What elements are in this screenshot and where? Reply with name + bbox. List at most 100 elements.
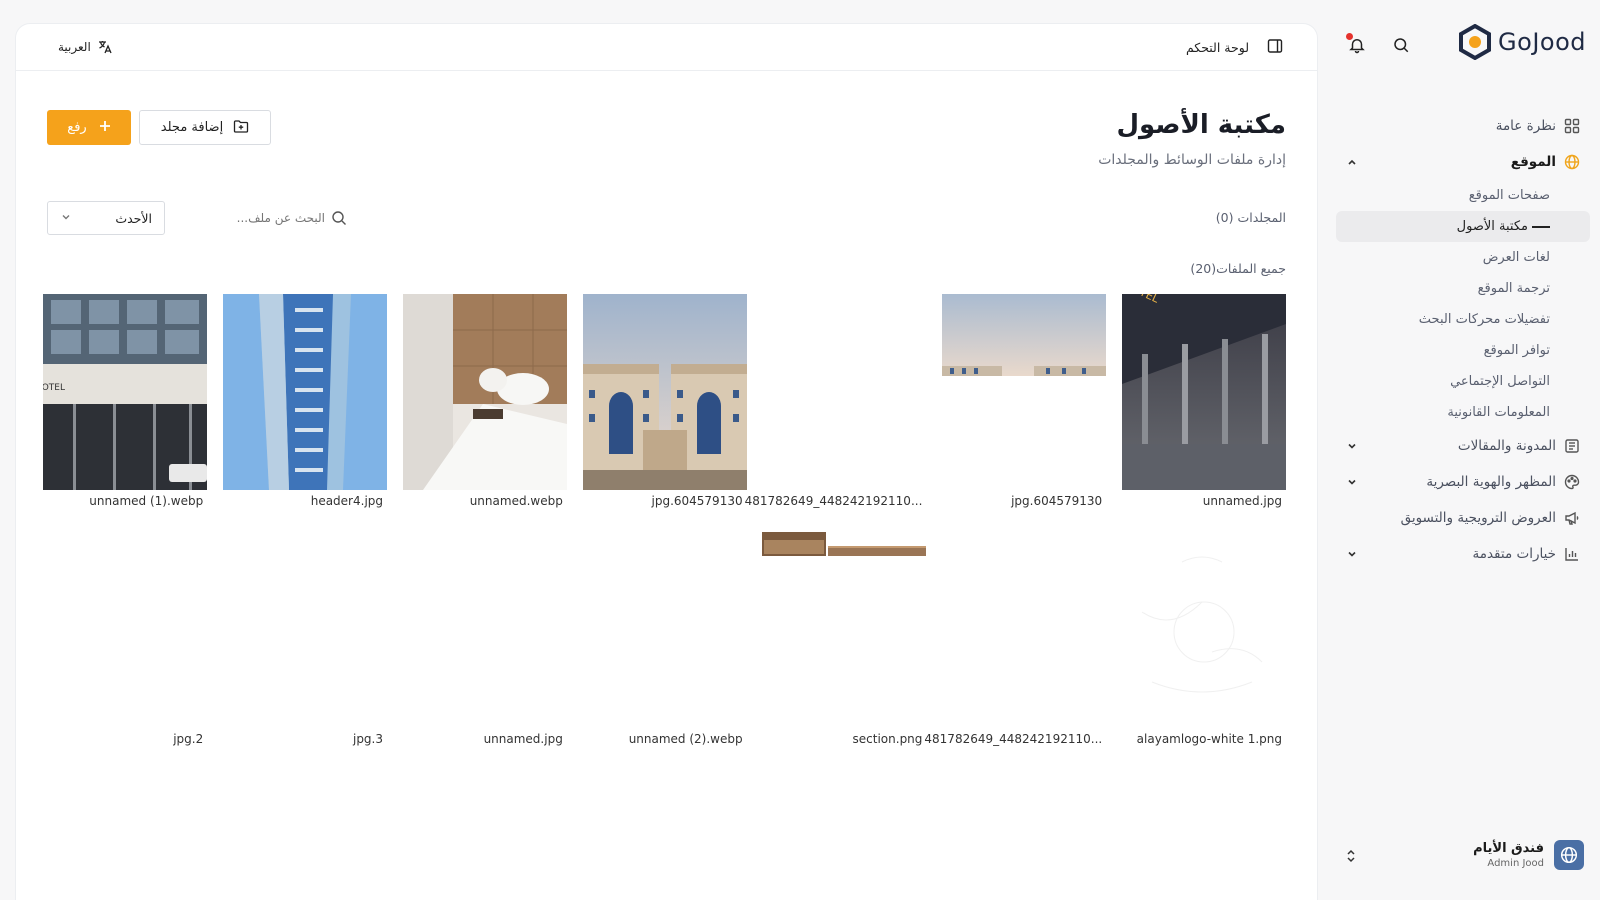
file-thumbnail	[762, 532, 927, 728]
globe-icon	[1564, 154, 1580, 170]
file-tile[interactable]: ...448242192110_481782649	[745, 294, 926, 509]
file-tile[interactable]: jpg.2	[43, 532, 207, 747]
chevron-down-icon[interactable]	[1346, 548, 1358, 560]
account-org-name: فندق الأيام	[1473, 841, 1544, 856]
file-name: ...448242192110_481782649	[924, 732, 1103, 746]
file-thumbnail	[43, 532, 207, 728]
file-name: jpg.2	[173, 732, 204, 746]
file-thumbnail: ALAYAM HOTEL	[1122, 294, 1286, 490]
file-thumbnail	[223, 294, 388, 490]
file-thumbnail	[403, 532, 567, 728]
sidebar-item-advanced[interactable]: خيارات متقدمة	[1336, 536, 1584, 572]
chevron-up-icon[interactable]	[1346, 156, 1358, 168]
page-actions: رفع إضافة مجلد	[47, 110, 271, 145]
file-name: jpg.3	[352, 732, 384, 746]
file-name: unnamed.jpg	[1202, 494, 1282, 508]
sidebar-item-blog[interactable]: المدونة والمقالات	[1336, 428, 1584, 464]
sidebar-subitem-translation[interactable]: ترجمة الموقع	[1336, 273, 1556, 304]
gojood-logo-icon	[1459, 24, 1492, 60]
file-tile[interactable]: unnamed.webp	[402, 294, 567, 509]
page-title: مكتبة الأصول	[1116, 110, 1286, 140]
chevrons-up-down-icon[interactable]	[1344, 848, 1358, 863]
add-folder-button[interactable]: إضافة مجلد	[139, 110, 271, 145]
brand-logo[interactable]: GoJood	[1458, 24, 1586, 60]
file-name: unnamed.webp	[469, 494, 563, 508]
page-header: مكتبة الأصول إدارة ملفات الوسائط والمجلد…	[1098, 110, 1286, 168]
sidebar-item-marketing[interactable]: العروض الترويجية والتسويق	[1336, 500, 1584, 536]
notification-bell-icon[interactable]	[1346, 33, 1368, 56]
file-name: jpg.604579130	[1011, 494, 1103, 508]
sidebar-subitem-asset-library[interactable]: مكتبة الأصول	[1336, 211, 1590, 242]
sidebar-item-label: العروض الترويجية والتسويق	[1400, 510, 1556, 526]
file-thumbnail	[1122, 532, 1286, 728]
sidebar-item-appearance[interactable]: المظهر والهوية البصرية	[1336, 464, 1584, 500]
search-icon	[331, 210, 347, 226]
file-tile[interactable]: ...448242192110_481782649	[924, 532, 1106, 747]
file-thumbnail	[402, 294, 567, 490]
main-panel: العربية لوحة التحكم مكتبة الأصول إدارة م…	[16, 24, 1317, 900]
account-names: فندق الأيام Admin Jood	[1473, 841, 1544, 869]
brand-name: GoJood	[1498, 28, 1586, 56]
file-tile[interactable]: header4.jpg	[223, 294, 388, 509]
sidebar-subitem-social[interactable]: التواصل الإجتماعي	[1336, 366, 1556, 397]
file-thumbnail	[942, 294, 1107, 490]
file-thumbnail	[942, 532, 1106, 728]
folder-plus-icon	[233, 118, 249, 138]
sidebar-top-icons	[1346, 33, 1412, 56]
file-name: unnamed.jpg	[483, 732, 563, 746]
file-name: ...448242192110_481782649	[744, 494, 923, 508]
topbar: العربية لوحة التحكم	[16, 24, 1317, 71]
sidebar-subitem-seo[interactable]: تفضيلات محركات البحث	[1336, 304, 1556, 335]
newspaper-icon	[1564, 438, 1580, 454]
site-globe-icon	[1554, 840, 1584, 870]
upload-label: رفع	[67, 120, 87, 135]
chart-icon	[1564, 546, 1580, 562]
file-tile[interactable]: alayamlogo-white 1.png	[1122, 532, 1286, 747]
chevron-down-icon[interactable]	[1346, 476, 1358, 488]
search-input[interactable]	[195, 203, 325, 233]
translate-icon	[98, 41, 112, 54]
sidebar-item-website[interactable]: الموقع	[1336, 144, 1584, 180]
breadcrumb-dashboard[interactable]: لوحة التحكم	[1186, 40, 1249, 55]
language-switcher[interactable]: العربية	[58, 39, 113, 55]
search-box	[175, 201, 347, 235]
breadcrumb: لوحة التحكم	[1186, 38, 1283, 57]
file-name: header4.jpg	[310, 494, 384, 508]
files-grid: ALAYAM HOTEL unnamed.jpg jpg.604579130 .…	[43, 294, 1286, 747]
sidebar-subitem-availability[interactable]: توافر الموقع	[1336, 335, 1556, 366]
sidebar-subitem-languages[interactable]: لغات العرض	[1336, 242, 1556, 273]
files-count-label: جميع الملفات(20)	[1190, 261, 1286, 276]
add-folder-label: إضافة مجلد	[160, 120, 224, 135]
file-tile[interactable]: unnamed.jpg	[403, 532, 567, 747]
file-tile[interactable]: jpg.604579130	[942, 294, 1107, 509]
sidebar-toggle-icon[interactable]	[1267, 38, 1283, 57]
page-subtitle: إدارة ملفات الوسائط والمجلدات	[1098, 152, 1286, 168]
account-switcher[interactable]: فندق الأيام Admin Jood	[1344, 840, 1584, 870]
file-tile[interactable]: ALAYAM HOTEL unnamed (1).webp	[43, 294, 208, 509]
sidebar-item-overview[interactable]: نظرة عامة	[1336, 108, 1584, 144]
file-name: unnamed (2).webp	[628, 732, 743, 746]
file-tile[interactable]: section.png	[762, 532, 927, 747]
file-tile[interactable]: jpg.604579130	[582, 294, 747, 509]
grid-icon	[1564, 118, 1580, 134]
file-name: alayamlogo-white 1.png	[1136, 732, 1282, 746]
file-tile[interactable]: unnamed (2).webp	[583, 532, 747, 747]
sidebar-nav: نظرة عامة الموقع صفحات الموقع مكتبة الأص…	[1336, 108, 1590, 572]
sort-select[interactable]: الأحدث	[47, 201, 165, 235]
chevron-down-icon	[60, 211, 72, 226]
file-thumbnail	[582, 294, 747, 490]
sidebar-item-label: نظرة عامة	[1495, 118, 1556, 134]
search-icon[interactable]	[1390, 34, 1412, 56]
file-name: jpg.604579130	[651, 494, 743, 508]
file-thumbnail	[762, 294, 926, 490]
file-tile[interactable]: ALAYAM HOTEL unnamed.jpg	[1122, 294, 1286, 509]
file-tile[interactable]: jpg.3	[223, 532, 387, 747]
upload-button[interactable]: رفع	[47, 110, 131, 145]
file-name: unnamed (1).webp	[89, 494, 204, 508]
sidebar-subitem-pages[interactable]: صفحات الموقع	[1336, 180, 1556, 211]
sidebar-subitem-legal[interactable]: المعلومات القانونية	[1336, 397, 1556, 428]
sort-value: الأحدث	[115, 210, 152, 226]
plus-icon	[99, 120, 111, 136]
chevron-down-icon[interactable]	[1346, 440, 1358, 452]
filter-row: الأحدث المجلدات (0)	[47, 201, 1286, 235]
